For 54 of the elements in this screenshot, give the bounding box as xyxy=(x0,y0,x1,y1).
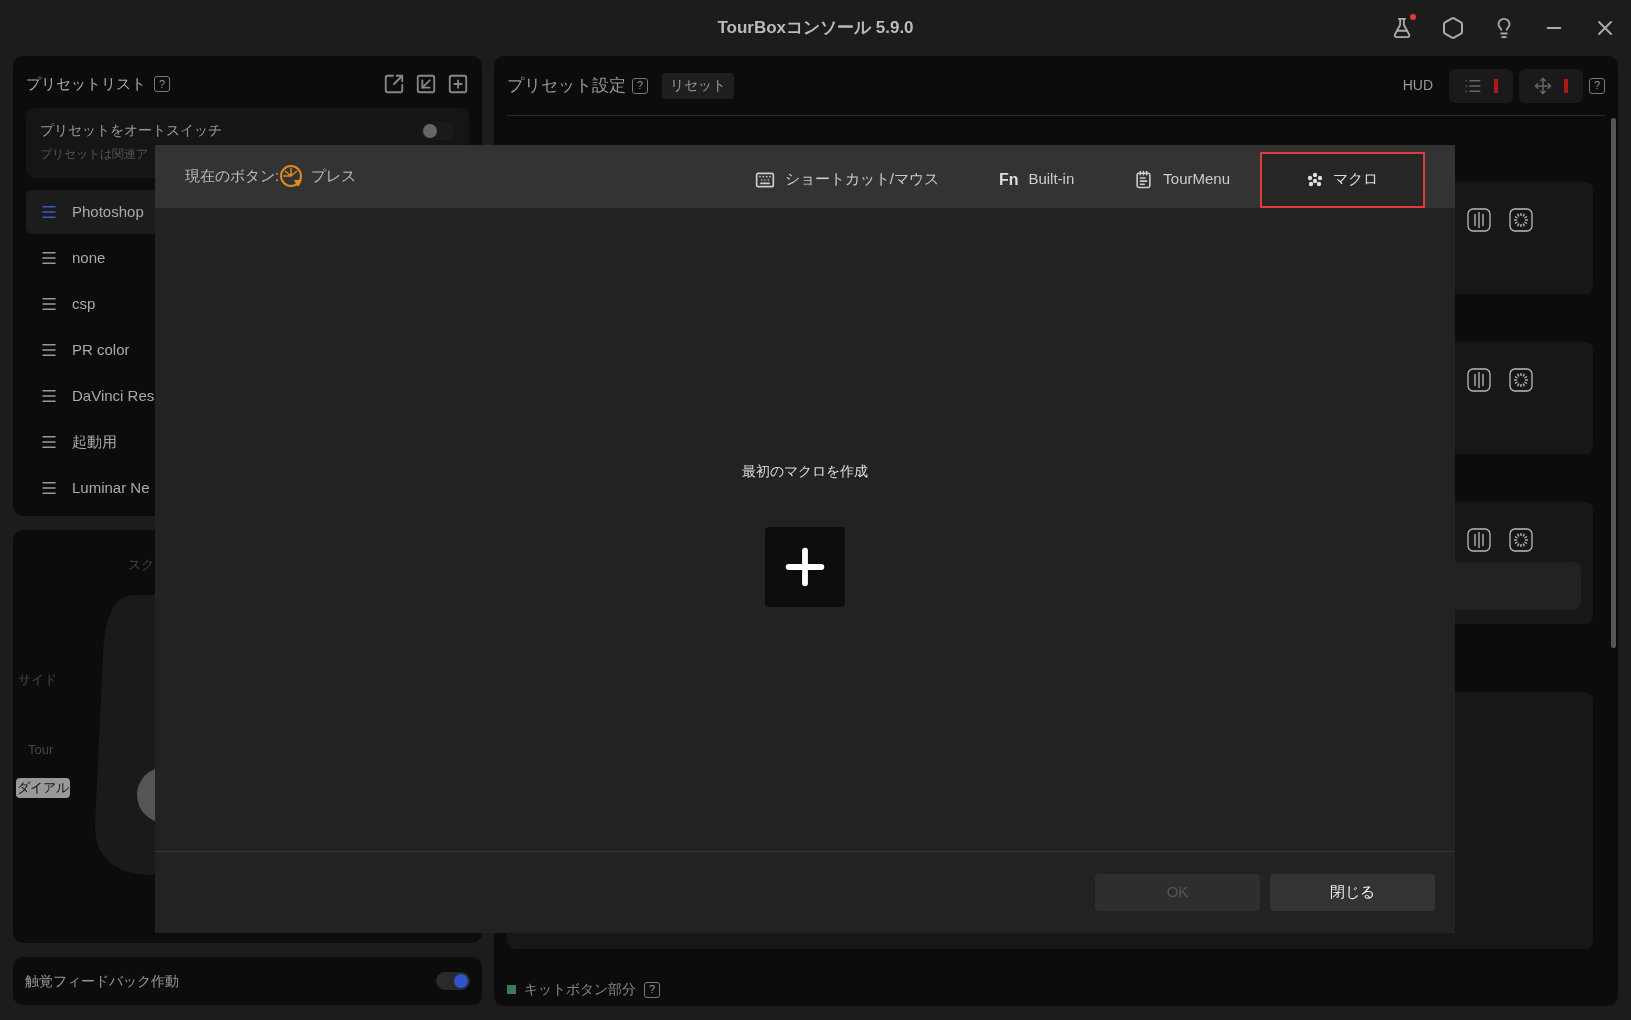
help-icon[interactable]: ? xyxy=(1589,77,1605,94)
export-icon[interactable] xyxy=(383,73,405,95)
current-button-value: プレス xyxy=(311,166,357,187)
import-icon[interactable] xyxy=(415,73,437,95)
device-label[interactable]: ダイアル xyxy=(16,778,70,798)
hud-label: HUD xyxy=(1402,76,1433,95)
toggle-switch[interactable] xyxy=(436,972,470,990)
columns-icon xyxy=(1467,368,1491,392)
reset-button[interactable]: リセット xyxy=(662,72,734,99)
help-icon[interactable]: ? xyxy=(154,76,170,92)
preset-item[interactable]: PR color xyxy=(26,328,469,372)
drag-handle-icon[interactable] xyxy=(40,203,58,221)
dial-spokes-icon xyxy=(1509,368,1533,392)
empty-message: 最初のマクロを作成 xyxy=(742,462,868,481)
drag-handle-icon[interactable] xyxy=(40,387,58,405)
add-macro-button[interactable] xyxy=(765,527,845,607)
drag-handle-icon[interactable] xyxy=(40,479,58,497)
dialog-tab[interactable]: ショートカット/マウス xyxy=(724,151,969,208)
haptic-label: 触覚フィードバック作動 xyxy=(25,971,179,991)
toggle-switch[interactable] xyxy=(421,121,455,140)
close-button[interactable]: 閉じる xyxy=(1270,874,1435,911)
dots-icon xyxy=(1307,171,1323,188)
preset-item[interactable]: DaVinci Res xyxy=(26,374,469,418)
preset-item[interactable]: Luminar Ne xyxy=(26,466,469,510)
dialog-tab[interactable]: Fn Built-in xyxy=(968,151,1105,208)
drag-handle-icon[interactable] xyxy=(40,295,58,313)
window-title: TourBoxコンソール 5.9.0 xyxy=(717,17,914,40)
dial-spokes-icon xyxy=(1509,208,1533,232)
help-icon[interactable]: ? xyxy=(644,981,660,998)
menu-list-icon xyxy=(1134,170,1154,189)
preset-item[interactable]: 起動用 xyxy=(26,420,469,464)
drag-handle-icon[interactable] xyxy=(40,249,58,267)
dialog-tab[interactable]: マクロ xyxy=(1260,151,1425,208)
preset-item[interactable]: csp xyxy=(26,282,469,326)
current-button-label: 現在のボタン: xyxy=(185,166,280,187)
section-label: キットボタン部分 xyxy=(524,980,636,999)
add-icon[interactable] xyxy=(447,73,469,95)
auto-switch-label: プリセットをオートスイッチ xyxy=(40,121,222,140)
panel-title: プリセット設定 xyxy=(507,74,626,97)
dial-spokes-icon xyxy=(1509,528,1533,552)
fn-icon: Fn xyxy=(998,167,1019,192)
panel-title: プリセットリスト xyxy=(26,73,146,94)
help-icon[interactable]: ? xyxy=(632,77,648,94)
dpad-icon xyxy=(1534,76,1552,95)
preset-item[interactable]: none xyxy=(26,236,469,280)
drag-handle-icon[interactable] xyxy=(40,341,58,359)
hud-list-button[interactable] xyxy=(1449,68,1513,103)
dialog-tab[interactable]: TourMenu xyxy=(1104,151,1260,208)
hud-dpad-button[interactable] xyxy=(1519,68,1583,103)
settings-icon[interactable] xyxy=(1441,16,1465,40)
flask-button[interactable] xyxy=(1391,17,1413,39)
drag-handle-icon[interactable] xyxy=(40,433,58,451)
columns-icon xyxy=(1467,528,1491,552)
columns-icon xyxy=(1467,208,1491,232)
